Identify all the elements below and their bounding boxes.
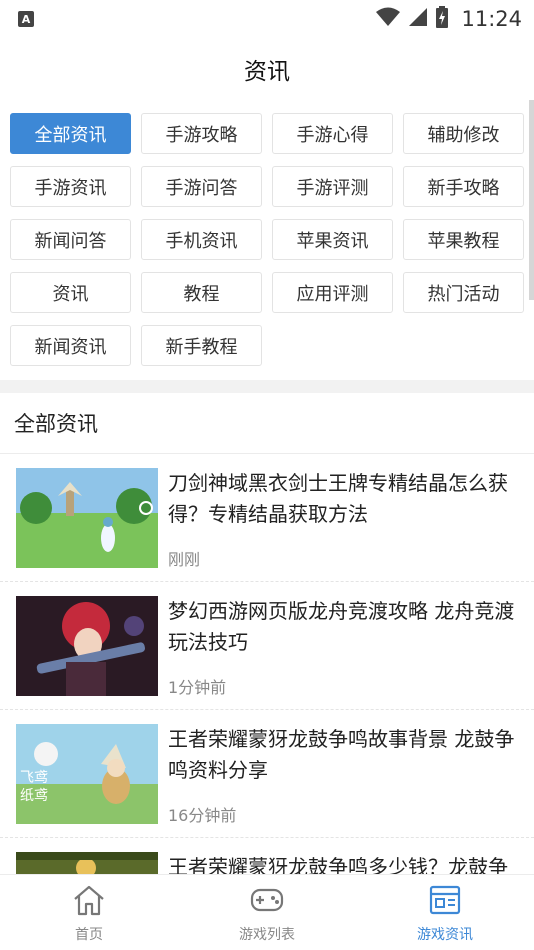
news-item[interactable]: 王者荣耀蒙犽龙鼓争鸣多少钱？龙鼓争鸣价格介绍 [0, 838, 534, 874]
nav-item-game-news[interactable]: 游戏资讯 [356, 875, 534, 950]
news-thumbnail [16, 468, 158, 568]
news-icon [428, 884, 462, 920]
news-thumbnail: 飞鸢 纸鸢 [16, 724, 158, 824]
home-icon [72, 884, 106, 920]
news-time: 16分钟前 [168, 806, 237, 825]
news-time: 刚刚 [168, 550, 201, 569]
category-tab[interactable]: 苹果教程 [403, 219, 524, 260]
category-tab[interactable]: 新闻资讯 [10, 325, 131, 366]
category-tab[interactable]: 教程 [141, 272, 262, 313]
status-bar: A 11:24 [0, 0, 534, 38]
bottom-nav: 首页 游戏列表 游戏资讯 [0, 874, 534, 950]
news-title: 梦幻西游网页版龙舟竞渡攻略 龙舟竞渡玩法技巧 [168, 599, 515, 654]
notification-badge-icon: A [18, 11, 34, 27]
category-tab[interactable]: 手游评测 [272, 166, 393, 207]
category-tab[interactable]: 新手教程 [141, 325, 262, 366]
battery-icon [435, 6, 449, 32]
nav-item-game-list[interactable]: 游戏列表 [178, 875, 356, 950]
category-tab[interactable]: 应用评测 [272, 272, 393, 313]
category-tab[interactable]: 手游攻略 [141, 113, 262, 154]
news-title: 王者荣耀蒙犽龙鼓争鸣多少钱？龙鼓争鸣价格介绍 [168, 855, 508, 874]
nav-label: 游戏列表 [239, 926, 295, 943]
news-item[interactable]: 梦幻西游网页版龙舟竞渡攻略 龙舟竞渡玩法技巧 1分钟前 [0, 582, 534, 710]
category-tab[interactable]: 手游资讯 [10, 166, 131, 207]
category-grid: 全部资讯 手游攻略 手游心得 辅助修改 手游资讯 手游问答 手游评测 新手攻略 … [10, 113, 525, 366]
category-tab[interactable]: 热门活动 [403, 272, 524, 313]
category-tab[interactable]: 手游心得 [272, 113, 393, 154]
category-tab[interactable]: 新手攻略 [403, 166, 524, 207]
wifi-icon [375, 7, 401, 31]
category-tab[interactable]: 手机资讯 [141, 219, 262, 260]
news-time: 1分钟前 [168, 678, 227, 697]
section-divider [0, 380, 534, 393]
category-tab[interactable]: 资讯 [10, 272, 131, 313]
news-title: 王者荣耀蒙犽龙鼓争鸣故事背景 龙鼓争鸣资料分享 [168, 727, 515, 782]
status-icons: 11:24 [375, 6, 522, 32]
category-tab[interactable]: 苹果资讯 [272, 219, 393, 260]
news-thumbnail [16, 596, 158, 696]
page-title: 资讯 [244, 59, 290, 85]
category-tab-all[interactable]: 全部资讯 [10, 113, 131, 154]
nav-item-home[interactable]: 首页 [0, 875, 178, 950]
news-thumbnail [16, 852, 158, 874]
nav-label: 首页 [75, 926, 103, 943]
category-tab[interactable]: 辅助修改 [403, 113, 524, 154]
section-title: 全部资讯 [14, 412, 98, 436]
news-title: 刀剑神域黑衣剑士王牌专精结晶怎么获得？专精结晶获取方法 [168, 471, 508, 526]
signal-icon [407, 7, 429, 31]
news-item[interactable]: 刀剑神域黑衣剑士王牌专精结晶怎么获得？专精结晶获取方法 刚刚 [0, 454, 534, 582]
news-item[interactable]: 飞鸢 纸鸢 王者荣耀蒙犽龙鼓争鸣故事背景 龙鼓争鸣资料分享 16分钟前 [0, 710, 534, 838]
category-tab[interactable]: 新闻问答 [10, 219, 131, 260]
category-tab[interactable]: 手游问答 [141, 166, 262, 207]
status-time: 11:24 [461, 7, 522, 31]
scrollbar[interactable] [529, 100, 534, 300]
nav-label: 游戏资讯 [417, 926, 473, 943]
gamepad-icon [249, 884, 285, 920]
news-list: 刀剑神域黑衣剑士王牌专精结晶怎么获得？专精结晶获取方法 刚刚 梦幻西游网页版龙舟… [0, 454, 534, 874]
svg-text:飞鸢: 飞鸢 [20, 770, 48, 786]
svg-text:纸鸢: 纸鸢 [20, 788, 48, 804]
